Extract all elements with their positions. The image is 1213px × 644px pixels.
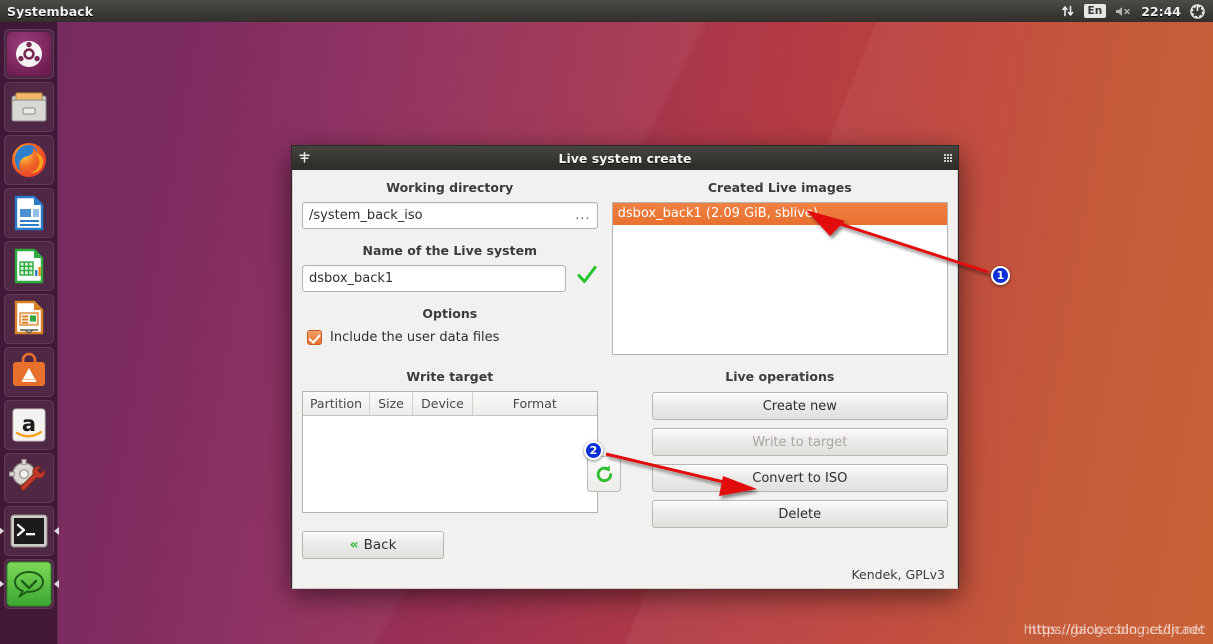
window-titlebar[interactable]: Live system create [292,146,958,170]
options-label: Options [422,306,478,321]
systemback-icon [6,561,51,607]
window-content: Working directory /system_back_iso ... N… [292,170,958,589]
created-live-images-label: Created Live images [707,180,852,195]
working-directory-value: /system_back_iso [309,208,423,223]
column-header-format[interactable]: Format [473,392,597,415]
bottom-columns: Write target Partition Size Device Forma… [302,355,948,528]
launcher-item-system-settings[interactable] [3,453,54,503]
include-user-data-checkbox[interactable] [307,330,322,345]
grip-dots-icon[interactable] [944,154,952,162]
files-icon [11,92,46,122]
back-button[interactable]: « Back [302,531,444,559]
unity-launcher: a [0,22,58,644]
amazon-icon: a [12,408,45,442]
live-system-name-label: Name of the Live system [362,243,538,258]
libreoffice-writer-icon [14,195,43,231]
top-columns: Working directory /system_back_iso ... N… [302,180,948,355]
launcher-item-firefox[interactable] [3,135,54,185]
write-to-target-button: Write to target [651,428,948,456]
green-check-icon [576,264,598,286]
delete-button[interactable]: Delete [651,500,948,528]
ubuntu-dash-icon [6,32,51,76]
working-directory-browse-button[interactable]: ... [569,208,590,223]
launcher-item-amazon[interactable]: a [3,400,54,450]
window-menu-icon[interactable] [298,151,311,166]
refresh-icon [596,465,612,482]
firefox-icon [11,143,46,177]
live-system-name-field[interactable]: dsbox_back1 [302,265,566,292]
clock[interactable]: 22:44 [1141,4,1181,19]
top-panel: Systemback En 22:44 [0,0,1213,22]
launcher-item-files[interactable] [3,82,54,132]
live-system-name-row: dsbox_back1 [302,258,598,292]
created-live-images-list[interactable]: dsbox_back1 (2.09 GiB, sblive) [611,202,948,355]
back-button-label: Back [363,537,397,553]
include-user-data-checkbox-row[interactable]: Include the user data files [302,330,598,345]
created-live-images-selected-row[interactable]: dsbox_back1 (2.09 GiB, sblive) [612,203,947,225]
watermark: https://blog.csdn.net/ljcadc https://gac… [965,616,1205,640]
working-directory-field[interactable]: /system_back_iso ... [302,202,598,229]
launcher-item-terminal[interactable] [3,506,54,556]
live-operations-label: Live operations [725,369,835,384]
window-title: Live system create [558,150,692,166]
write-target-table-body[interactable] [303,416,597,512]
ubuntu-software-icon [12,352,45,386]
panel-indicators: En 22:44 [1061,0,1213,22]
right-column: Created Live images dsbox_back1 (2.09 Gi… [611,180,948,355]
panel-app-title[interactable]: Systemback [0,4,93,19]
gear-power-icon[interactable] [1190,0,1205,22]
write-target-header-row: Partition Size Device Format [303,392,597,416]
column-header-partition[interactable]: Partition [303,392,370,415]
watermark-line-a: https://blog.csdn.net/ljcadc [1028,623,1205,638]
write-target-label: Write target [406,369,494,384]
system-settings-icon [8,459,45,492]
column-header-size[interactable]: Size [370,392,413,415]
network-updown-icon[interactable] [1061,0,1075,22]
working-directory-label: Working directory [386,180,514,195]
column-header-device[interactable]: Device [413,392,473,415]
write-target-table[interactable]: Partition Size Device Format [302,391,598,513]
desktop-screen: Systemback En 22:44 a Live system create… [0,0,1213,644]
volume-muted-icon[interactable] [1115,0,1132,22]
launcher-item-ubuntu-dash[interactable] [3,29,54,79]
launcher-item-ubuntu-software[interactable] [3,347,54,397]
credit-label: Kendek, GPLv3 [851,567,945,582]
launcher-item-systemback[interactable] [3,559,54,609]
convert-to-iso-button[interactable]: Convert to ISO [651,464,948,492]
write-target-section: Write target Partition Size Device Forma… [302,369,598,528]
keyboard-layout-label: En [1083,4,1107,18]
annotation-badge-1: 1 [991,266,1010,285]
launcher-item-libreoffice-writer[interactable] [3,188,54,238]
live-system-name-value: dsbox_back1 [309,271,394,286]
watermark-line-b: https://gacker.blog.csdn.net [1023,623,1205,638]
terminal-icon [10,514,47,548]
double-chevron-left-icon: « [349,537,359,553]
libreoffice-calc-icon [14,248,43,284]
live-system-create-window: Live system create Working directory /sy… [291,145,959,589]
create-new-button[interactable]: Create new [651,392,948,420]
launcher-item-libreoffice-calc[interactable] [3,241,54,291]
include-user-data-label: Include the user data files [330,330,500,345]
refresh-button[interactable] [587,456,621,492]
libreoffice-impress-icon [14,300,43,335]
launcher-item-libreoffice-impress[interactable] [3,294,54,344]
left-column: Working directory /system_back_iso ... N… [302,180,598,355]
svg-text:a: a [21,412,35,436]
live-operations-section: Live operations Create new Write to targ… [612,369,948,528]
keyboard-layout-indicator[interactable]: En [1083,0,1107,22]
